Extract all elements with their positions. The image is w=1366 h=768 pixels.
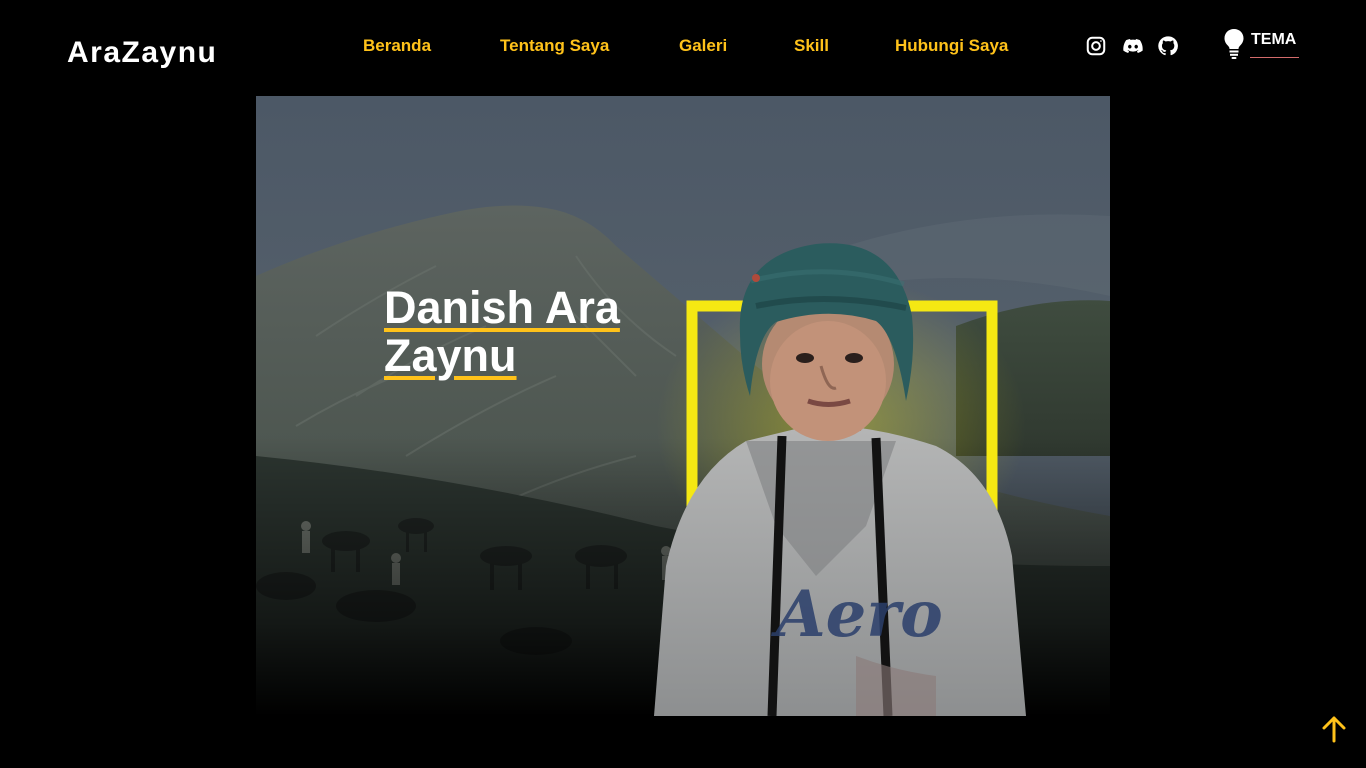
hero-section: Aero Danish Ara Zaynu [256,96,1110,716]
navbar: AraZaynu Beranda Tentang Saya Galeri Ski… [0,0,1366,96]
arrow-up-icon [1322,716,1346,743]
nav-hubungi-saya[interactable]: Hubungi Saya [895,36,1008,56]
nav-skill[interactable]: Skill [794,36,829,56]
nav-galeri[interactable]: Galeri [679,36,727,56]
theme-label: TEMA [1251,31,1297,48]
theme-toggle[interactable]: TEMA [1222,28,1302,62]
nav-tentang-saya[interactable]: Tentang Saya [500,36,609,56]
lightbulb-icon [1224,29,1244,59]
theme-underline [1250,57,1299,58]
scroll-to-top-button[interactable] [1320,714,1348,744]
hero-title: Danish Ara Zaynu [384,282,620,381]
nav-beranda[interactable]: Beranda [363,36,431,56]
github-icon[interactable] [1157,35,1179,57]
svg-text:Aero: Aero [771,577,943,652]
discord-icon[interactable] [1121,35,1145,57]
brand-logo[interactable]: AraZaynu [67,34,217,72]
instagram-icon[interactable] [1085,35,1107,57]
hero-image: Aero [256,96,1110,716]
